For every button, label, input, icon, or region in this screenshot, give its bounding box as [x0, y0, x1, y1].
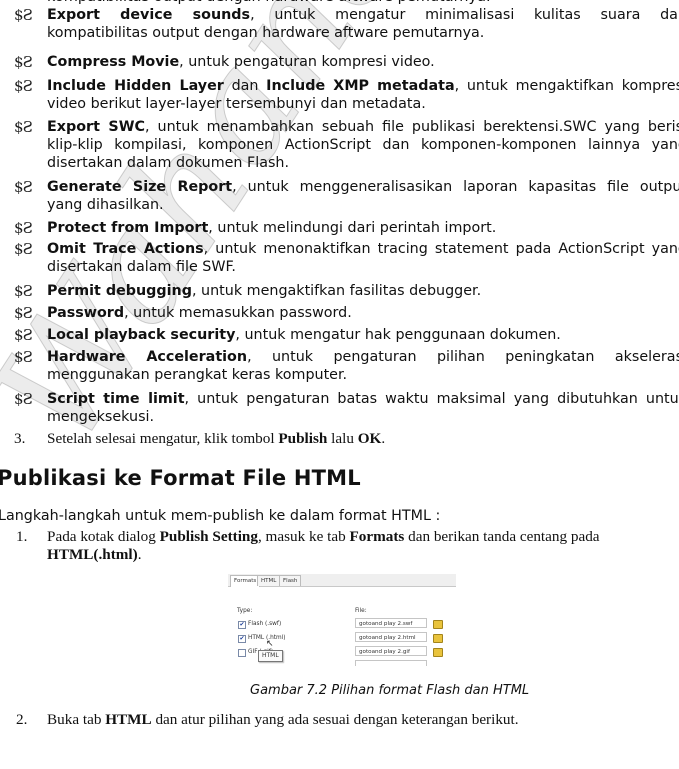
bullet-item: Password, untuk memasukkan password. [47, 305, 352, 321]
section-heading: Publikasi ke Format File HTML [0, 466, 361, 490]
bullet-item: Permit debugging, untuk mengaktifkan fas… [47, 283, 482, 299]
flash-checkbox[interactable]: ✔ [238, 621, 246, 629]
figure-caption: Gambar 7.2 Pilihan format Flash dan HTML [250, 683, 530, 698]
mouse-cursor-icon: ↖ [266, 639, 274, 649]
bullet-item: Export device sounds, untuk mengatur min… [47, 7, 679, 23]
flash-label: Flash (.swf) [248, 621, 282, 627]
bullet-item-continuation: disertakan dalam file SWF. [47, 259, 236, 275]
bullet-icon: $Ƨ [14, 53, 33, 71]
bullet-item: Protect from Import, untuk melindungi da… [47, 220, 497, 236]
tab-formats[interactable]: Formats [230, 575, 261, 587]
gif-checkbox[interactable] [238, 649, 246, 657]
bullet-item: Script time limit, untuk pengaturan bata… [47, 391, 679, 407]
step-number: 3. [14, 430, 26, 447]
file-label: File: [355, 608, 367, 614]
bullet-icon: $Ƨ [14, 390, 33, 408]
bullet-icon: $Ƨ [14, 77, 33, 95]
bullet-item-continuation: disertakan dalam dokumen Flash. [47, 155, 290, 171]
bullet-item: Generate Size Report, untuk menggenerali… [47, 179, 679, 195]
step-number: 2. [16, 711, 28, 728]
step-3: 3. Setelah selesai mengatur, klik tombol… [14, 430, 385, 448]
bullet-icon: $Ƨ [14, 282, 33, 300]
bullet-icon: $Ƨ [14, 118, 33, 136]
bullet-item: Hardware Acceleration, untuk pengaturan … [47, 349, 679, 365]
bullet-item-continuation: mengeksekusi. [47, 409, 155, 425]
tab-html[interactable]: HTML [257, 575, 281, 586]
flash-file-input[interactable]: gotoand play 2.swf [355, 618, 427, 628]
html-checkbox[interactable]: ✔ [238, 635, 246, 643]
step-text: Setelah selesai mengatur, klik tombol Pu… [47, 430, 386, 447]
step-number: 1. [16, 528, 28, 545]
step-text: Buka tab HTML dan atur pilihan yang ada … [47, 711, 519, 728]
folder-icon[interactable] [433, 648, 443, 657]
next-file-input[interactable] [355, 660, 427, 666]
step-1: 1. Pada kotak dialog Publish Setting, ma… [16, 528, 600, 546]
bullet-item: Include Hidden Layer dan Include XMP met… [47, 78, 679, 94]
bullet-icon: $Ƨ [14, 6, 33, 24]
bullet-icon: $Ƨ [14, 240, 33, 258]
bullet-icon: $Ƨ [14, 304, 33, 322]
document-page: Wahana Training kompatibilitas output de… [0, 0, 679, 769]
bullet-icon: $Ƨ [14, 219, 33, 237]
bullet-item-continuation: klip-klip kompilasi, komponen ActionScri… [47, 137, 679, 153]
tooltip: HTML [258, 650, 283, 662]
gif-file-input[interactable]: gotoand play 2.gif [355, 646, 427, 656]
bullet-icon: $Ƨ [14, 178, 33, 196]
bullet-icon: $Ƨ [14, 348, 33, 366]
bullet-item-continuation: yang dihasilkan. [47, 197, 164, 213]
html-file-input[interactable]: gotoand play 2.html [355, 632, 427, 642]
tab-flash[interactable]: Flash [279, 575, 302, 586]
folder-icon[interactable] [433, 634, 443, 643]
type-label: Type: [237, 608, 253, 614]
bullet-icon: $Ƨ [14, 326, 33, 344]
bullet-item: Omit Trace Actions, untuk menonaktifkan … [47, 241, 679, 257]
bullet-item-continuation: menggunakan perangkat keras komputer. [47, 367, 348, 383]
bullet-item: Compress Movie, untuk pengaturan kompres… [47, 54, 435, 70]
bullet-item-continuation: video berikut layer-layer tersembunyi da… [47, 96, 426, 112]
publish-settings-figure: Formats HTML Flash Type: File: ✔ Flash (… [228, 572, 456, 666]
step-text: Pada kotak dialog Publish Setting, masuk… [47, 528, 600, 545]
bullet-item-continuation: kompatibilitas output dengan hardware af… [47, 25, 485, 41]
folder-icon[interactable] [433, 620, 443, 629]
bullet-item: Local playback security, untuk mengatur … [47, 327, 561, 343]
step-2: 2. Buka tab HTML dan atur pilihan yang a… [16, 711, 519, 729]
intro-text: Langkah-langkah untuk mem-publish ke dal… [0, 508, 441, 524]
tab-bar: Formats HTML Flash [228, 574, 456, 587]
step-1-line-2: HTML(.html). [47, 546, 142, 563]
bullet-item: Export SWC, untuk menambahkan sebuah fil… [47, 119, 679, 135]
